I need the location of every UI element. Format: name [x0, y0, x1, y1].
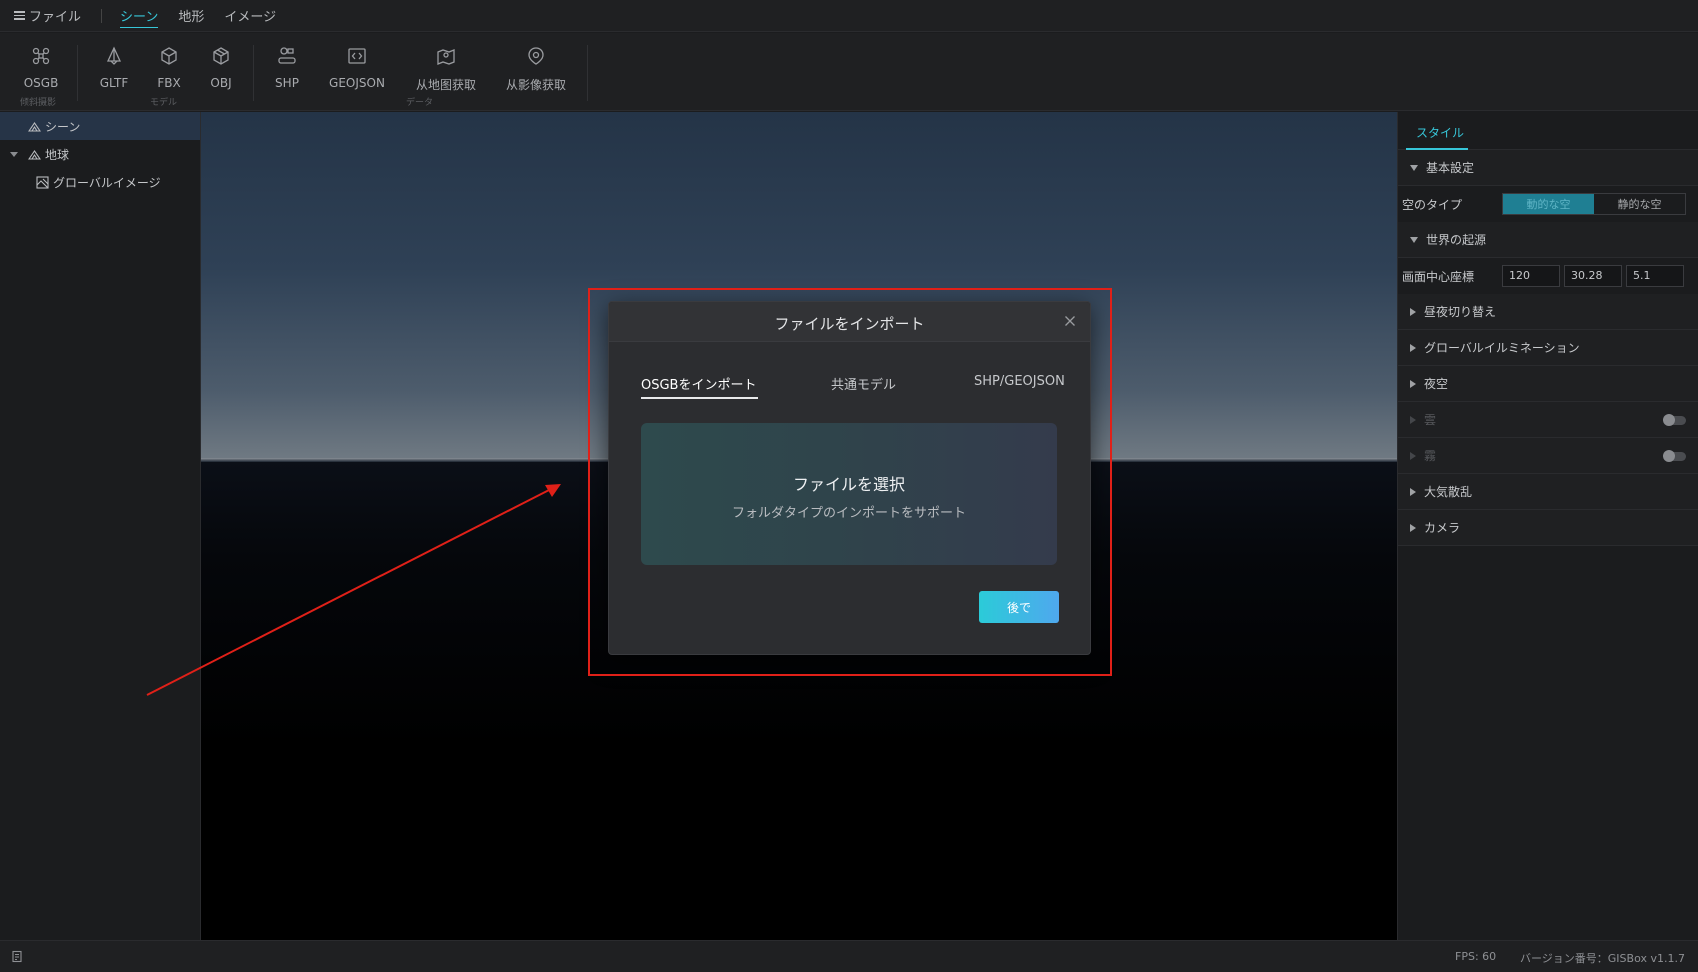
shp-button[interactable]: SHP: [268, 45, 306, 90]
expand-arrow-icon: [1410, 451, 1416, 460]
section-label: 夜空: [1424, 377, 1449, 391]
expand-arrow-icon: [1410, 523, 1416, 532]
fbx-label: FBX: [157, 76, 181, 90]
section-world-origin[interactable]: 世界の起源: [1398, 222, 1698, 258]
osgb-button[interactable]: OSGB: [20, 45, 62, 90]
style-panel-tabbar: スタイル: [1398, 112, 1698, 150]
sky-type-selector: 動的な空 静的な空: [1502, 193, 1686, 215]
map-pin-icon: [437, 49, 455, 65]
section-label: グローバルイルミネーション: [1424, 341, 1580, 355]
tree-item-scene[interactable]: シーン: [0, 112, 200, 140]
get-from-imagery-label: 从影像获取: [505, 78, 566, 92]
section-basic-settings[interactable]: 基本設定: [1398, 150, 1698, 186]
expand-arrow-icon: [1410, 307, 1416, 316]
gltf-label: GLTF: [99, 76, 129, 90]
sky-type-row: 空のタイプ 動的な空 静的な空: [1398, 186, 1698, 222]
tree-item-earth[interactable]: 地球: [0, 140, 200, 168]
get-from-imagery-button[interactable]: 从影像获取: [502, 45, 570, 93]
section-camera[interactable]: カメラ: [1398, 510, 1698, 546]
obj-label: OBJ: [210, 76, 232, 90]
tree-item-global-imagery[interactable]: グローバルイメージ: [0, 168, 200, 196]
expand-arrow-icon: [1410, 415, 1416, 424]
annotation-highlight-box: [588, 288, 1112, 676]
toolbar-divider: [253, 45, 254, 101]
obj-button[interactable]: OBJ: [202, 45, 240, 90]
group-label-model: モデル: [150, 98, 178, 108]
sky-type-label: 空のタイプ: [1402, 197, 1463, 212]
status-bar: FPS: 60 バージョン番号：GISBox v1.1.7: [0, 940, 1698, 972]
section-label: 霧: [1424, 449, 1437, 463]
section-day-night[interactable]: 昼夜切り替え: [1398, 294, 1698, 330]
bell-shape-icon: [106, 46, 122, 65]
menu-bar: ファイル シーン 地形 イメージ: [0, 0, 1698, 32]
menu-tab-imagery[interactable]: イメージ: [224, 0, 276, 32]
section-clouds[interactable]: 雲: [1398, 402, 1698, 438]
menu-tab-terrain[interactable]: 地形: [178, 0, 204, 32]
get-from-map-button[interactable]: 从地图获取: [412, 45, 480, 93]
sky-dynamic-option[interactable]: 動的な空: [1503, 194, 1594, 214]
geojson-label: GEOJSON: [329, 76, 385, 90]
hamburger-icon: [14, 9, 25, 22]
expand-arrow-icon[interactable]: [10, 151, 18, 157]
center-coords-label: 画面中心座標: [1402, 269, 1475, 284]
earth-icon: [28, 149, 41, 160]
shapes-icon: [278, 47, 296, 64]
section-atmosphere-scattering[interactable]: 大気散乱: [1398, 474, 1698, 510]
center-coords-row: 画面中心座標 120 30.28 5.1: [1398, 258, 1698, 294]
tree-item-label: グローバルイメージ: [53, 175, 161, 190]
scene-icon: [28, 121, 41, 132]
image-pin-icon: [528, 47, 544, 65]
tree-item-label: シーン: [45, 119, 81, 134]
toolbar: OSGB 倾斜摄影 GLTF FBX OBJ モデル SHP GEOJSON 从…: [0, 33, 1698, 111]
cube-icon: [161, 47, 177, 65]
section-label: カメラ: [1424, 521, 1461, 535]
group-label-oblique: 倾斜摄影: [20, 98, 57, 108]
fps-readout: FPS: 60: [1455, 950, 1497, 963]
section-global-illumination[interactable]: グローバルイルミネーション: [1398, 330, 1698, 366]
clouds-toggle[interactable]: [1663, 414, 1686, 426]
expand-arrow-icon: [1410, 379, 1416, 388]
section-label: 雲: [1424, 413, 1437, 427]
tree-item-label: 地球: [45, 147, 70, 162]
toolbar-divider: [77, 45, 78, 101]
code-icon: [348, 48, 366, 64]
gltf-button[interactable]: GLTF: [95, 45, 133, 90]
scene-tree-panel: シーン 地球 グローバルイメージ: [0, 112, 201, 940]
collapse-arrow-icon: [1410, 236, 1418, 243]
collapse-arrow-icon: [1410, 164, 1418, 171]
file-menu[interactable]: ファイル: [14, 0, 81, 32]
section-fog[interactable]: 霧: [1398, 438, 1698, 474]
expand-arrow-icon: [1410, 487, 1416, 496]
group-label-data: データ: [406, 98, 434, 108]
tab-style[interactable]: スタイル: [1416, 124, 1464, 141]
shp-label: SHP: [275, 76, 299, 90]
toolbar-divider: [587, 45, 588, 101]
latitude-input[interactable]: 30.28: [1564, 265, 1622, 287]
file-menu-label: ファイル: [29, 10, 82, 25]
osgb-label: OSGB: [23, 76, 59, 90]
image-layer-icon: [36, 175, 49, 189]
version-label: バージョン番号：GISBox v1.1.7: [1520, 952, 1685, 965]
geojson-button[interactable]: GEOJSON: [325, 45, 389, 90]
section-label: 基本設定: [1426, 161, 1475, 175]
drone-icon: [32, 47, 50, 65]
expand-arrow-icon: [1410, 343, 1416, 352]
height-input[interactable]: 5.1: [1626, 265, 1684, 287]
fbx-button[interactable]: FBX: [150, 45, 188, 90]
section-label: 昼夜切り替え: [1424, 305, 1497, 319]
fog-toggle[interactable]: [1663, 450, 1686, 462]
menu-divider: [101, 8, 103, 23]
menu-tab-scene[interactable]: シーン: [120, 0, 159, 32]
section-label: 大気散乱: [1424, 485, 1473, 499]
log-icon[interactable]: [11, 950, 24, 963]
longitude-input[interactable]: 120: [1502, 265, 1560, 287]
box-icon: [213, 47, 229, 65]
section-night-sky[interactable]: 夜空: [1398, 366, 1698, 402]
style-panel: スタイル 基本設定 空のタイプ 動的な空 静的な空 世界の起源 画面中心座標 1…: [1397, 112, 1698, 940]
sky-static-option[interactable]: 静的な空: [1594, 194, 1685, 214]
get-from-map-label: 从地图获取: [415, 78, 476, 92]
section-label: 世界の起源: [1426, 233, 1487, 247]
